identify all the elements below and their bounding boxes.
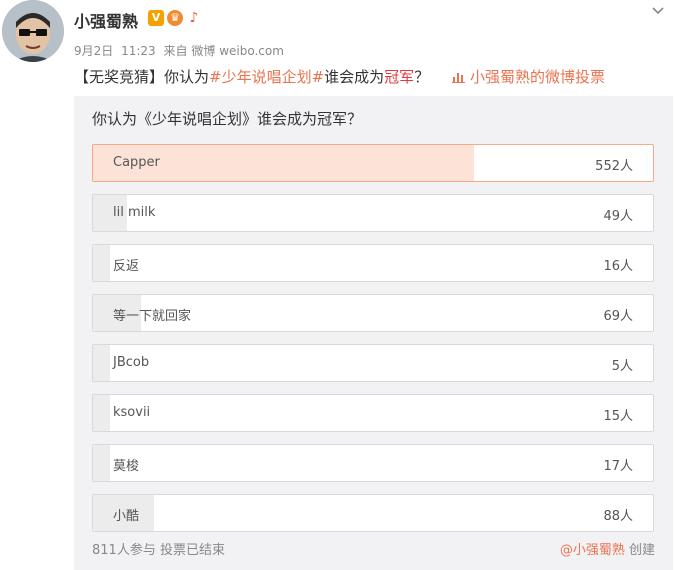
poll-option[interactable]: 小酷 88人 — [92, 494, 654, 532]
poll-option[interactable]: JBcob 5人 — [92, 344, 654, 382]
poll-option-label: 反返 — [113, 259, 140, 274]
poll-option-count: 552人 — [595, 159, 633, 174]
poll-option-count: 17人 — [603, 459, 633, 474]
poll-option-label: JBcob — [113, 355, 150, 370]
poll-option[interactable]: ksovii 15人 — [92, 394, 654, 432]
username[interactable]: 小强蜀熟 — [74, 8, 138, 32]
vote-link[interactable]: 小强蜀熟的微博投票 — [451, 68, 605, 86]
poll-option-count: 16人 — [603, 259, 633, 274]
post-source[interactable]: 微博 weibo.com — [191, 44, 284, 58]
poll-card: 你认为《少年说唱企划》谁会成为冠军？ Capper 552人 lil milk 49人… — [74, 96, 673, 570]
poll-option-count: 15人 — [603, 409, 633, 424]
poll-option-label: 等一下就回家 — [113, 309, 192, 324]
user-badges: V ♛ ♪ — [148, 10, 202, 26]
participants-count: 811人参与 — [92, 543, 156, 558]
poll-footer-author: @小强蜀熟 创建 — [560, 539, 655, 558]
poll-option-label: 小酷 — [113, 509, 140, 524]
medal-icon[interactable]: ♛ — [167, 10, 183, 26]
poll-option-count: 69人 — [603, 309, 633, 324]
vote-link-label: 小强蜀熟的微博投票 — [469, 68, 605, 86]
poll-option-bar — [93, 445, 110, 481]
post-meta: 9月2日 11:23 来自 微博 weibo.com — [74, 42, 288, 59]
poll-option-count: 88人 — [603, 509, 633, 524]
poll-footer-stats: 811人参与 投票已结束 — [92, 539, 225, 558]
poll-option[interactable]: Capper 552人 — [92, 144, 654, 182]
champion-link[interactable]: 冠军 — [384, 68, 414, 86]
guitar-icon[interactable]: ♪ — [186, 10, 202, 26]
post-suffix: ？ — [414, 68, 430, 86]
post-date[interactable]: 9月2日 — [74, 44, 113, 58]
verified-v-icon[interactable]: V — [148, 10, 164, 26]
poll-option-label: lil milk — [113, 205, 156, 220]
post-middle: 谁会成为 — [324, 68, 385, 86]
poll-option-bar — [93, 245, 110, 281]
poll-option[interactable]: lil milk 49人 — [92, 194, 654, 232]
poll-status: 投票已结束 — [159, 543, 225, 558]
post-prefix: 【无奖竞猜】你认为 — [74, 68, 210, 86]
avatar[interactable] — [2, 0, 64, 62]
hashtag-link[interactable]: #少年说唱企划# — [209, 68, 324, 86]
poll-author-link[interactable]: @小强蜀熟 — [560, 543, 625, 558]
poll-option-label: ksovii — [113, 405, 151, 420]
post-time[interactable]: 11:23 — [121, 44, 156, 58]
poll-option-bar — [93, 345, 110, 381]
chevron-down-icon[interactable] — [649, 2, 667, 20]
chart-icon — [451, 73, 465, 83]
source-prefix: 来自 — [163, 44, 188, 58]
poll-option[interactable]: 莫梭 17人 — [92, 444, 654, 482]
poll-option-count: 49人 — [603, 209, 633, 224]
poll-option-label: Capper — [113, 155, 160, 170]
poll-option[interactable]: 等一下就回家 69人 — [92, 294, 654, 332]
post-text: 【无奖竞猜】你认为#少年说唱企划#谁会成为冠军？ 小强蜀熟的微博投票 — [74, 66, 605, 87]
poll-title: 你认为《少年说唱企划》谁会成为冠军？ — [92, 110, 363, 128]
poll-created-label: 创建 — [628, 543, 655, 558]
poll-option[interactable]: 反返 16人 — [92, 244, 654, 282]
poll-option-bar — [93, 395, 110, 431]
poll-option-label: 莫梭 — [113, 459, 140, 474]
poll-option-count: 5人 — [611, 359, 633, 374]
